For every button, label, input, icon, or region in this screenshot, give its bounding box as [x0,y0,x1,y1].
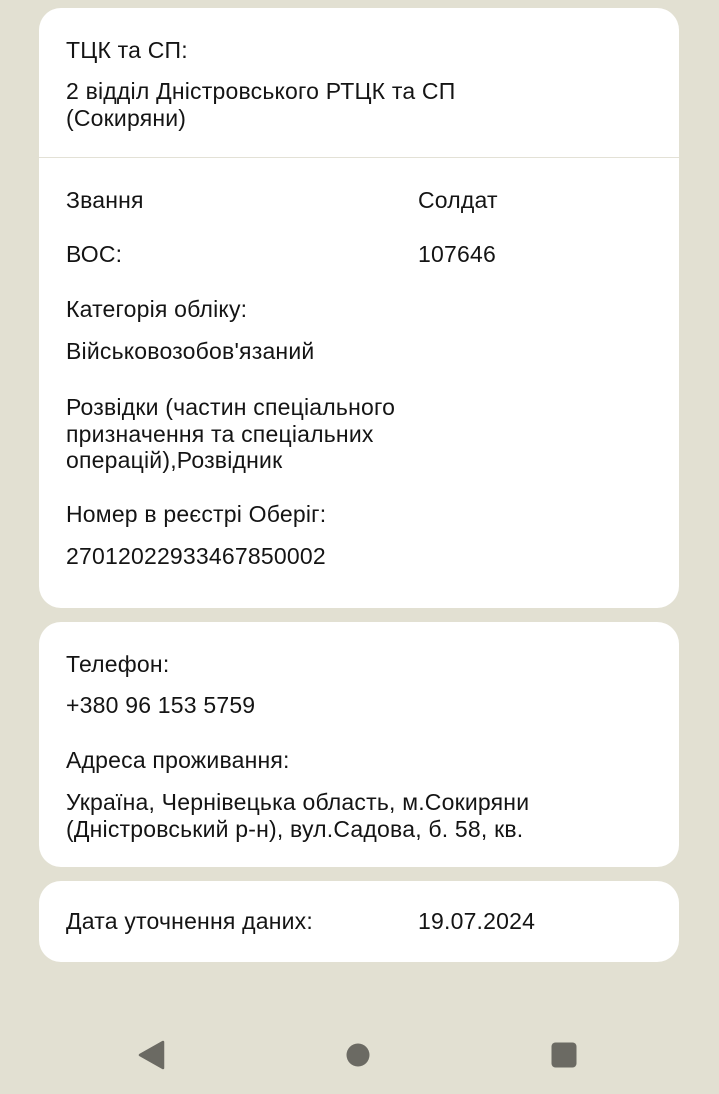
rank-value: Солдат [418,187,498,213]
address-line1: Україна, Чернівецька область, м.Сокиряни [66,789,530,815]
registry-label: Номер в реєстрі Оберіг: [66,501,327,527]
specialty-line2: призначення та спеціальних [66,421,374,447]
phone-label: Телефон: [66,651,170,677]
specialty-line3: операцій),Розвідник [66,447,283,473]
card-divider [39,157,679,158]
vos-value: 107646 [418,241,496,267]
tck-label: ТЦК та СП: [66,37,188,63]
vos-label: ВОС: [66,241,123,267]
category-value: Військовозобов'язаний [66,338,315,364]
address-label: Адреса проживання: [66,747,290,773]
square-recents-icon[interactable] [551,1042,577,1068]
update-date-value: 19.07.2024 [418,908,536,934]
contacts-card: Телефон: +380 96 153 5759 Адреса прожива… [39,622,679,867]
unit-info-card: ТЦК та СП: 2 відділ Дністровського РТЦК … [39,8,679,608]
circle-home-icon[interactable] [346,1043,370,1067]
update-date-label: Дата уточнення даних: [66,908,313,934]
tck-value-line1: 2 відділ Дністровського РТЦК та СП [66,78,456,104]
registry-value: 27012022933467850002 [66,543,326,569]
specialty-line1: Розвідки (частин спеціального [66,394,396,420]
triangle-back-icon[interactable] [137,1040,165,1070]
rank-label: Звання [66,187,144,213]
category-label: Категорія обліку: [66,296,248,322]
address-line2: (Дністровський р-н), вул.Садова, б. 58, … [66,816,524,842]
system-navigation-bar [0,1015,719,1094]
update-date-card: Дата уточнення даних: 19.07.2024 [39,881,679,962]
tck-value-line2: (Сокиряни) [66,105,187,131]
phone-value: +380 96 153 5759 [66,692,256,718]
